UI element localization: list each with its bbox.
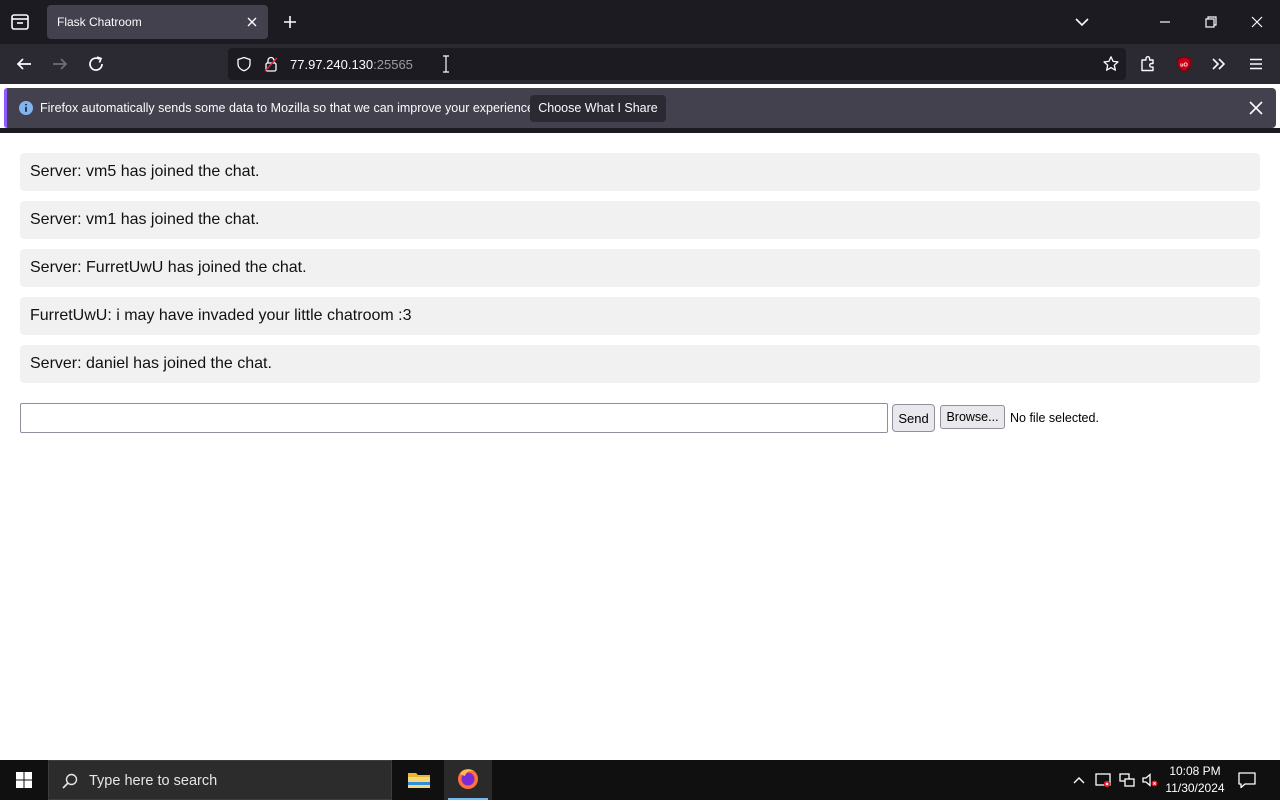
forward-icon[interactable]	[49, 53, 71, 75]
data-collection-notification: Firefox automatically sends some data to…	[4, 88, 1276, 128]
close-tab-icon[interactable]	[244, 14, 260, 30]
chat-message: Server: vm1 has joined the chat.	[20, 201, 1260, 239]
volume-muted-icon[interactable]	[1141, 771, 1159, 789]
url-host: 77.97.240.130	[290, 57, 374, 72]
chat-message: Server: daniel has joined the chat.	[20, 345, 1260, 383]
chat-messages: Server: vm5 has joined the chat. Server:…	[20, 153, 1260, 393]
notification-message: Firefox automatically sends some data to…	[40, 101, 538, 115]
more-tools-chevron-icon[interactable]	[1209, 54, 1229, 74]
url-port: :25565	[373, 57, 413, 72]
search-icon	[61, 772, 79, 790]
tab-flask-chatroom[interactable]: Flask Chatroom	[47, 5, 268, 39]
system-clock[interactable]: 10:08 PM 11/30/2024	[1160, 763, 1230, 797]
insecure-lock-icon[interactable]	[264, 56, 278, 72]
tab-title: Flask Chatroom	[57, 15, 142, 29]
message-composer: Send Browse... No file selected.	[20, 403, 1260, 433]
ublock-origin-icon[interactable]: uO	[1174, 54, 1194, 74]
restore-icon[interactable]	[1199, 10, 1223, 34]
chat-message: FurretUwU: i may have invaded your littl…	[20, 297, 1260, 335]
navigation-bar: 77.97.240.130:25565 uO	[0, 44, 1280, 84]
windows-start-icon[interactable]	[0, 760, 48, 800]
hamburger-menu-icon[interactable]	[1246, 54, 1266, 74]
browse-file-button[interactable]: Browse...	[940, 405, 1005, 429]
windows-taskbar: Type here to search 10:08 PM 11/30/2024	[0, 760, 1280, 800]
network-icon[interactable]	[1118, 771, 1136, 789]
reload-icon[interactable]	[85, 53, 107, 75]
chat-message: Server: vm5 has joined the chat.	[20, 153, 1260, 191]
firefox-taskbar-icon[interactable]	[444, 760, 492, 800]
back-icon[interactable]	[13, 53, 35, 75]
close-window-icon[interactable]	[1245, 10, 1269, 34]
url-text[interactable]: 77.97.240.130:25565	[290, 57, 413, 72]
address-bar[interactable]: 77.97.240.130:25565	[228, 48, 1126, 80]
security-alert-icon[interactable]	[1094, 771, 1112, 789]
page-content: Server: vm5 has joined the chat. Server:…	[0, 133, 1280, 760]
notification-accent	[4, 88, 7, 128]
firefox-view-icon[interactable]	[8, 11, 32, 33]
clock-time: 10:08 PM	[1169, 764, 1221, 778]
close-notification-icon[interactable]	[1248, 100, 1264, 116]
choose-what-i-share-button[interactable]: Choose What I Share	[530, 95, 666, 122]
minimize-icon[interactable]	[1153, 10, 1177, 34]
svg-text:uO: uO	[1180, 62, 1188, 68]
file-explorer-icon[interactable]	[395, 760, 443, 800]
new-tab-icon[interactable]	[280, 12, 300, 32]
file-status-label: No file selected.	[1010, 411, 1099, 425]
chevron-down-icon[interactable]	[1072, 13, 1092, 31]
extensions-puzzle-icon[interactable]	[1138, 54, 1158, 74]
tracking-protection-shield-icon[interactable]	[236, 56, 252, 72]
search-placeholder: Type here to search	[89, 773, 218, 789]
taskbar-search-box[interactable]: Type here to search	[48, 760, 392, 800]
tab-bar: Flask Chatroom	[0, 0, 1280, 44]
info-icon	[18, 100, 34, 116]
bookmark-star-icon[interactable]	[1102, 55, 1120, 73]
clock-date: 11/30/2024	[1165, 781, 1225, 795]
chevron-up-icon[interactable]	[1070, 771, 1088, 789]
action-center-icon[interactable]	[1236, 770, 1258, 790]
text-cursor-icon	[441, 55, 451, 73]
send-button[interactable]: Send	[892, 404, 935, 432]
chat-message: Server: FurretUwU has joined the chat.	[20, 249, 1260, 287]
message-input[interactable]	[20, 403, 888, 433]
